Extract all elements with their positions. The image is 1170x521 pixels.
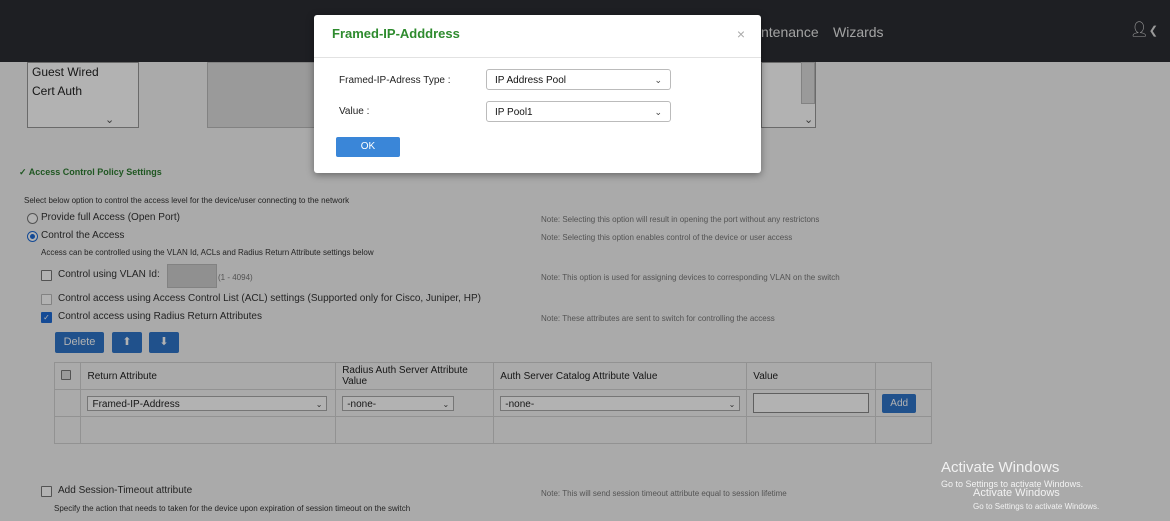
framed-ip-dialog: Framed-IP-Adddress × Framed-IP-Adress Ty… xyxy=(314,15,761,173)
value-label: Value : xyxy=(339,106,370,117)
chevron-down-icon: ⌄ xyxy=(654,107,662,117)
chevron-down-icon: ⌄ xyxy=(654,75,662,85)
activation-watermark-title: Activate Windows xyxy=(941,459,1060,476)
value-select[interactable]: IP Pool1 ⌄ xyxy=(486,101,671,122)
activation-watermark-sub: Go to Settings to activate Windows. xyxy=(973,502,1100,511)
dialog-divider xyxy=(314,57,761,58)
type-label: Framed-IP-Adress Type : xyxy=(339,75,451,86)
ok-button[interactable]: OK xyxy=(336,137,400,157)
dialog-title: Framed-IP-Adddress xyxy=(332,26,460,41)
close-icon[interactable]: × xyxy=(737,26,745,42)
type-select[interactable]: IP Address Pool ⌄ xyxy=(486,69,671,90)
activation-watermark-title: Activate Windows xyxy=(973,487,1060,499)
